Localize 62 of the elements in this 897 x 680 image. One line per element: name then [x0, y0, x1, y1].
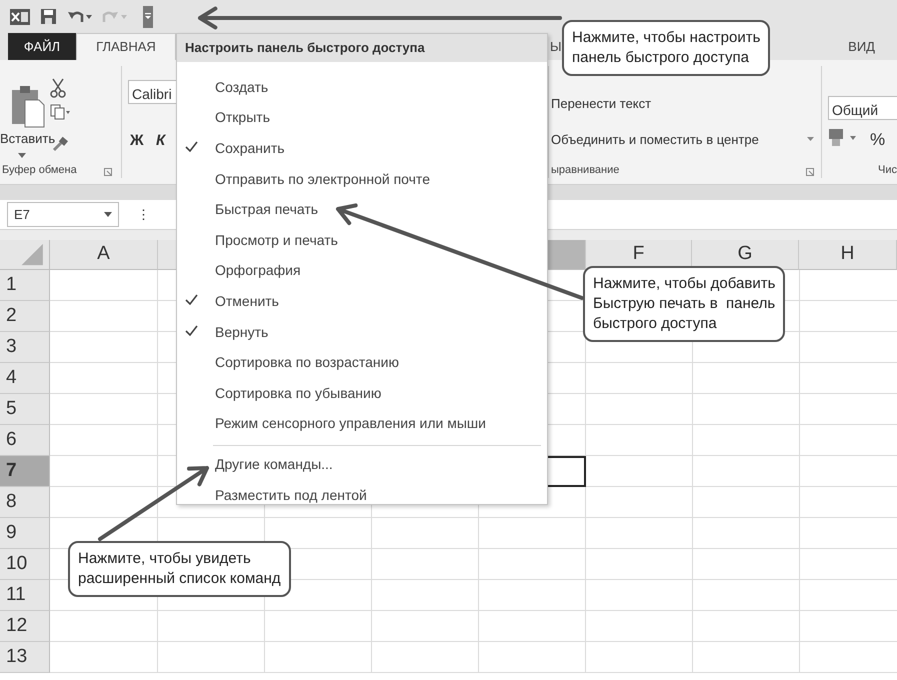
menu-item[interactable]: Орфография	[177, 256, 547, 286]
row-header[interactable]: 8	[0, 487, 50, 518]
ribbon-tab[interactable]: Ы	[550, 33, 562, 60]
bold-button[interactable]: Ж	[130, 130, 144, 152]
menu-title: Настроить панель быстрого доступа	[177, 34, 547, 62]
callout-tooltip: Нажмите, чтобы увидеть расширенный список команд	[68, 541, 291, 597]
caret-icon[interactable]	[145, 12, 151, 20]
save-icon[interactable]	[40, 8, 57, 25]
callout-tooltip: Нажмите, чтобы настроить панель быстрого доступа	[562, 20, 770, 76]
row-header[interactable]: 5	[0, 394, 50, 425]
row-header[interactable]: 7	[0, 456, 50, 487]
row-header[interactable]: 12	[0, 611, 50, 642]
caret-icon[interactable]	[807, 137, 814, 141]
menu-item[interactable]: Открыть	[177, 102, 547, 134]
menu-item[interactable]: Режим сенсорного управления или мыши	[177, 408, 547, 440]
menu-item[interactable]: Просмотр и печать	[177, 224, 547, 256]
menu-item[interactable]: Сортировка по убыванию	[177, 378, 547, 409]
row-header[interactable]: 4	[0, 363, 50, 394]
menu-item[interactable]: Другие команды...	[177, 449, 547, 480]
row-header[interactable]: 2	[0, 301, 50, 332]
ribbon-tab[interactable]: ВИД	[836, 33, 887, 60]
menu-item[interactable]: Отправить по электронной почте	[177, 164, 547, 194]
menu-item[interactable]: Вернуть	[177, 316, 547, 348]
row-header[interactable]: 9	[0, 518, 50, 549]
row-header[interactable]: 10	[0, 549, 50, 580]
number-format-field[interactable]: Общий	[828, 96, 897, 120]
menu-item[interactable]: Сортировка по возрастанию	[177, 347, 547, 378]
menu-item[interactable]: Отменить	[177, 286, 547, 317]
italic-button[interactable]: К	[156, 130, 166, 152]
group-label: Буфер обмена	[2, 162, 77, 178]
wrap-text-button[interactable]: Перенести текст	[551, 94, 652, 114]
column-header[interactable]: H	[799, 240, 897, 270]
row-header[interactable]: 1	[0, 270, 50, 301]
copy-icon[interactable]	[50, 104, 70, 120]
menu-item[interactable]: Создать	[177, 72, 547, 103]
group-label: Чис	[878, 162, 897, 178]
ribbon-tab[interactable]: ГЛАВНАЯ	[76, 33, 176, 60]
dialog-launcher-icon[interactable]	[104, 168, 112, 176]
paste-button[interactable]: Вставить	[0, 129, 56, 148]
merge-center-button[interactable]: Объединить и поместить в центре	[551, 130, 759, 150]
callout-tooltip: Нажмите, чтобы добавить Быструю печать в панель быстрого доступа	[583, 266, 786, 342]
customize-toolbar-button[interactable]	[143, 6, 153, 28]
caret-icon[interactable]	[18, 153, 26, 158]
menu-item[interactable]: Сохранить	[177, 133, 547, 164]
row-header[interactable]: 6	[0, 425, 50, 456]
file-tab[interactable]: ФАЙЛ	[8, 33, 76, 60]
row-header[interactable]: 13	[0, 642, 50, 673]
accounting-format-icon[interactable]	[828, 128, 858, 148]
dialog-launcher-icon[interactable]	[806, 168, 814, 176]
formula-bar-separator: ⋮	[137, 206, 150, 224]
name-box[interactable]: E7	[7, 202, 119, 227]
paste-icon[interactable]	[10, 84, 46, 128]
menu-item[interactable]: Быстрая печать	[177, 194, 547, 225]
spreadsheet-app-icon	[10, 8, 30, 26]
menu-item[interactable]: Разместить под лентой	[177, 480, 547, 510]
cut-icon[interactable]	[50, 78, 66, 98]
row-header[interactable]: 3	[0, 332, 50, 363]
percent-button[interactable]: %	[870, 127, 886, 152]
column-header[interactable]: A	[50, 240, 158, 270]
row-header[interactable]: 11	[0, 580, 50, 611]
group-label: ыравнивание	[551, 162, 620, 178]
caret-icon[interactable]	[86, 14, 92, 18]
